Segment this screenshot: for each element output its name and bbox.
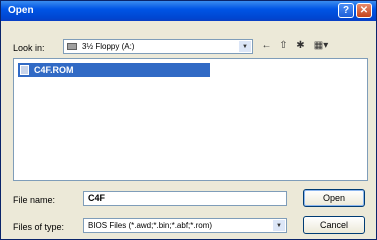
open-dialog: Open ? ✕ Look in: 3½ Floppy (A:) ▼ ← ⇧ ✱… bbox=[0, 0, 377, 240]
look-in-select[interactable]: 3½ Floppy (A:) ▼ bbox=[63, 39, 253, 54]
views-icon: ▦▾ bbox=[313, 40, 329, 51]
file-name: C4F.ROM bbox=[34, 65, 74, 75]
up-folder-icon: ⇧ bbox=[279, 40, 288, 51]
file-type-value: BIOS Files (*.awd;*.bin;*.abf;*.rom) bbox=[88, 221, 213, 230]
views-menu-button[interactable]: ▦▾ bbox=[311, 39, 331, 52]
file-list[interactable]: C4F.ROM bbox=[13, 58, 368, 181]
title-bar[interactable]: Open ? ✕ bbox=[1, 1, 376, 21]
help-button[interactable]: ? bbox=[338, 3, 354, 18]
list-item[interactable]: C4F.ROM bbox=[18, 63, 210, 77]
close-icon: ✕ bbox=[359, 5, 369, 16]
file-name-input[interactable]: C4F bbox=[83, 191, 287, 206]
window-title: Open bbox=[8, 5, 34, 16]
file-name-label: File name: bbox=[13, 195, 56, 205]
file-type-select[interactable]: BIOS Files (*.awd;*.bin;*.abf;*.rom) ▼ bbox=[83, 218, 287, 233]
look-in-label: Look in: bbox=[13, 43, 45, 53]
help-icon: ? bbox=[342, 5, 350, 16]
back-arrow-icon: ← bbox=[261, 40, 272, 51]
up-folder-button[interactable]: ⇧ bbox=[277, 39, 290, 52]
new-folder-icon: ✱ bbox=[296, 40, 305, 51]
cancel-button[interactable]: Cancel bbox=[303, 216, 365, 234]
open-button[interactable]: Open bbox=[303, 189, 365, 207]
floppy-drive-icon bbox=[67, 43, 77, 50]
look-in-value: 3½ Floppy (A:) bbox=[82, 42, 135, 51]
file-type-label: Files of type: bbox=[13, 222, 65, 232]
file-icon bbox=[20, 65, 29, 75]
close-button[interactable]: ✕ bbox=[356, 3, 372, 18]
new-folder-button[interactable]: ✱ bbox=[294, 39, 307, 52]
back-button[interactable]: ← bbox=[260, 39, 273, 52]
chevron-down-icon[interactable]: ▼ bbox=[239, 41, 251, 52]
chevron-down-icon[interactable]: ▼ bbox=[273, 220, 285, 231]
